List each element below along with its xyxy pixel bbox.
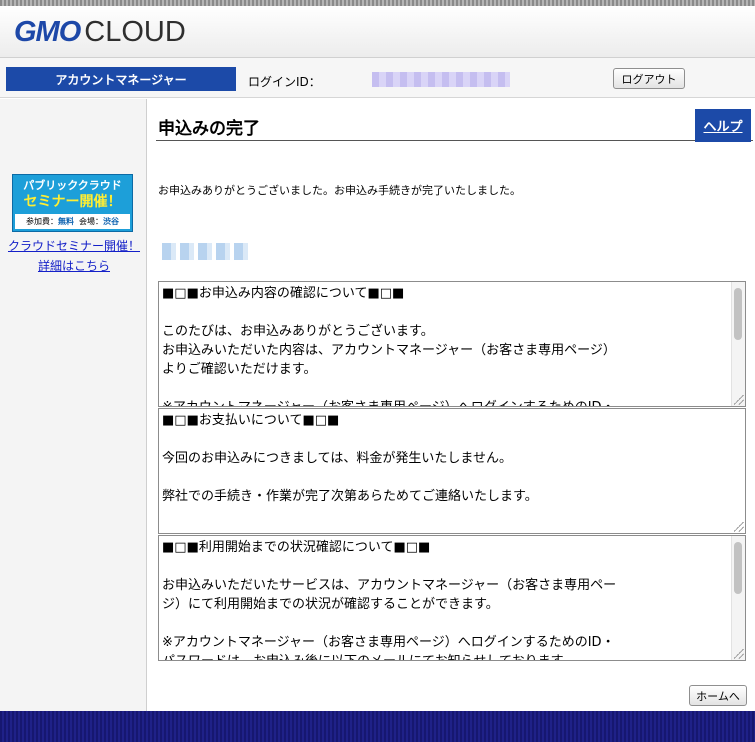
seminar-banner[interactable]: パブリッククラウド セミナー開催！ 参加費：無料 会場：渋谷 — [12, 174, 133, 232]
status-check-textarea[interactable]: ■□■利用開始までの状況確認について■□■ お申込みいただいたサービスは、アカウ… — [158, 535, 746, 661]
resize-grip-icon[interactable] — [734, 522, 744, 532]
title-row: 申込みの完了 ヘルプ — [156, 109, 753, 142]
page-title: 申込みの完了 — [158, 119, 260, 139]
home-button[interactable]: ホームへ — [689, 685, 747, 706]
order-confirmation-text: ■□■お申込み内容の確認について■□■ このたびは、お申込みありがとうございます… — [162, 286, 616, 406]
redacted-text — [162, 243, 250, 260]
banner-details: 参加費：無料 会場：渋谷 — [15, 214, 130, 229]
account-bar: アカウントマネージャー ログインID： ログアウト — [0, 58, 755, 98]
status-check-scrollbar[interactable] — [731, 536, 745, 660]
scrollbar-thumb[interactable] — [734, 288, 742, 340]
logo-cloud-text: CLOUD — [84, 15, 186, 48]
help-button[interactable]: ヘルプ — [695, 109, 751, 142]
thanks-message: お申込みありがとうございました。お申込み手続きが完了いたしました。 — [158, 184, 521, 197]
login-id-value-redacted — [372, 72, 510, 87]
order-confirmation-textarea[interactable]: ■□■お申込み内容の確認について■□■ このたびは、お申込みありがとうございます… — [158, 281, 746, 407]
banner-venue-label: 会場： — [79, 217, 103, 226]
sidebar: パブリッククラウド セミナー開催！ 参加費：無料 会場：渋谷 クラウドセミナー開… — [0, 99, 147, 711]
order-confirmation-scrollbar[interactable] — [731, 282, 745, 406]
gmo-cloud-logo[interactable]: GMO CLOUD — [14, 16, 186, 48]
seminar-details-link[interactable]: クラウドセミナー開催！詳細はこちら — [4, 236, 144, 276]
banner-venue-value: 渋谷 — [103, 217, 119, 226]
main-content: 申込みの完了 ヘルプ お申込みありがとうございました。お申込み手続きが完了いたし… — [148, 99, 755, 711]
header: GMO CLOUD — [0, 6, 755, 58]
payment-text: ■□■お支払いについて■□■ 今回のお申込みにつきましては、料金が発生いたしませ… — [162, 413, 538, 504]
status-check-text: ■□■利用開始までの状況確認について■□■ お申込みいただいたサービスは、アカウ… — [162, 540, 617, 660]
banner-line2: セミナー開催！ — [23, 194, 122, 210]
payment-textarea[interactable]: ■□■お支払いについて■□■ 今回のお申込みにつきましては、料金が発生いたしませ… — [158, 408, 746, 534]
banner-fee-label: 参加費： — [26, 217, 58, 226]
resize-grip-icon[interactable] — [734, 649, 744, 659]
logout-button[interactable]: ログアウト — [613, 68, 685, 89]
account-manager-tab[interactable]: アカウントマネージャー — [6, 67, 236, 91]
banner-fee-value: 無料 — [58, 217, 74, 226]
resize-grip-icon[interactable] — [734, 395, 744, 405]
footer — [0, 711, 755, 742]
login-id-label: ログインID： — [248, 75, 321, 89]
logo-gmo-text: GMO — [14, 15, 81, 48]
scrollbar-thumb[interactable] — [734, 542, 742, 594]
